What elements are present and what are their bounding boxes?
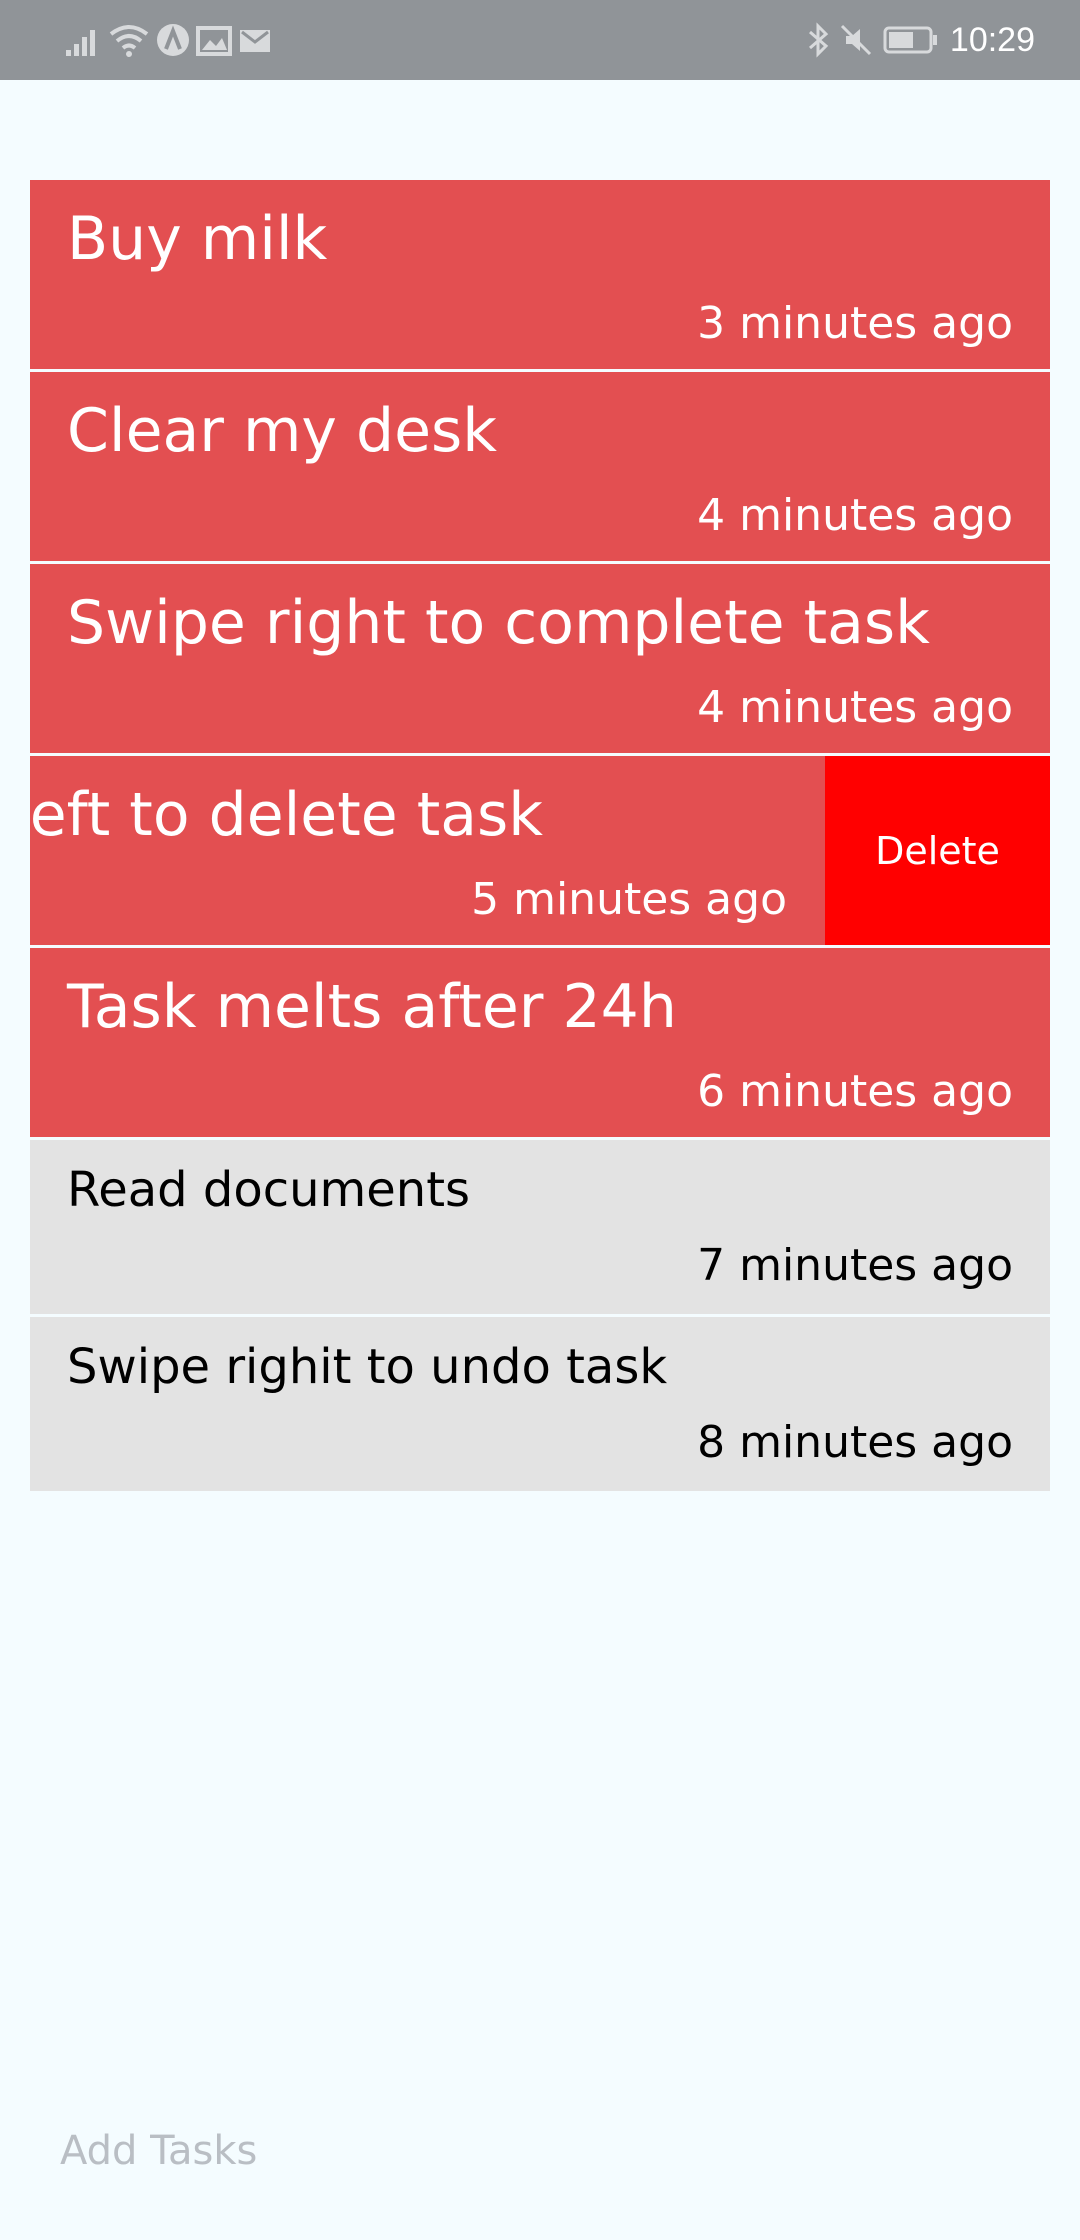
task-timestamp: 3 minutes ago	[697, 298, 1013, 349]
battery-icon	[883, 26, 937, 54]
mute-icon	[840, 24, 872, 56]
gallery-notification-icon	[196, 26, 232, 56]
task-timestamp: 8 minutes ago	[697, 1417, 1013, 1468]
task-title: Swipe right to complete task	[67, 588, 930, 658]
task-item[interactable]: Clear my desk 4 minutes ago	[30, 372, 1050, 561]
task-timestamp: 5 minutes ago	[471, 874, 787, 925]
mail-notification-icon	[240, 30, 270, 52]
status-time: 10:29	[949, 21, 1035, 59]
swiped-task-content[interactable]: left to delete task 5 minutes ago	[30, 756, 825, 945]
task-title: Buy milk	[67, 204, 328, 274]
task-title: Clear my desk	[67, 396, 498, 466]
completed-task-item[interactable]: Swipe righit to undo task 8 minutes ago	[30, 1317, 1050, 1491]
task-item[interactable]: Task melts after 24h 6 minutes ago	[30, 948, 1050, 1137]
task-item-swiped[interactable]: left to delete task 5 minutes ago Delete	[30, 756, 1050, 945]
task-title: left to delete task	[30, 780, 543, 850]
signal-icon	[66, 30, 95, 56]
add-task-input[interactable]	[60, 2128, 1020, 2174]
completed-task-item[interactable]: Read documents 7 minutes ago	[30, 1140, 1050, 1314]
status-bar: 10:29	[0, 0, 1080, 80]
bluetooth-icon	[809, 22, 829, 58]
task-list: Buy milk 3 minutes ago Clear my desk 4 m…	[30, 180, 1050, 1491]
task-item[interactable]: Buy milk 3 minutes ago	[30, 180, 1050, 369]
task-timestamp: 6 minutes ago	[697, 1066, 1013, 1117]
task-timestamp: 4 minutes ago	[697, 490, 1013, 541]
delete-button[interactable]: Delete	[825, 756, 1050, 945]
app-notification-icon	[157, 24, 189, 56]
task-timestamp: 4 minutes ago	[697, 682, 1013, 733]
task-timestamp: 7 minutes ago	[697, 1240, 1013, 1291]
task-item[interactable]: Swipe right to complete task 4 minutes a…	[30, 564, 1050, 753]
wifi-icon	[109, 25, 149, 57]
task-title: Swipe righit to undo task	[67, 1339, 668, 1395]
task-title: Read documents	[67, 1162, 471, 1218]
task-title: Task melts after 24h	[67, 972, 677, 1042]
